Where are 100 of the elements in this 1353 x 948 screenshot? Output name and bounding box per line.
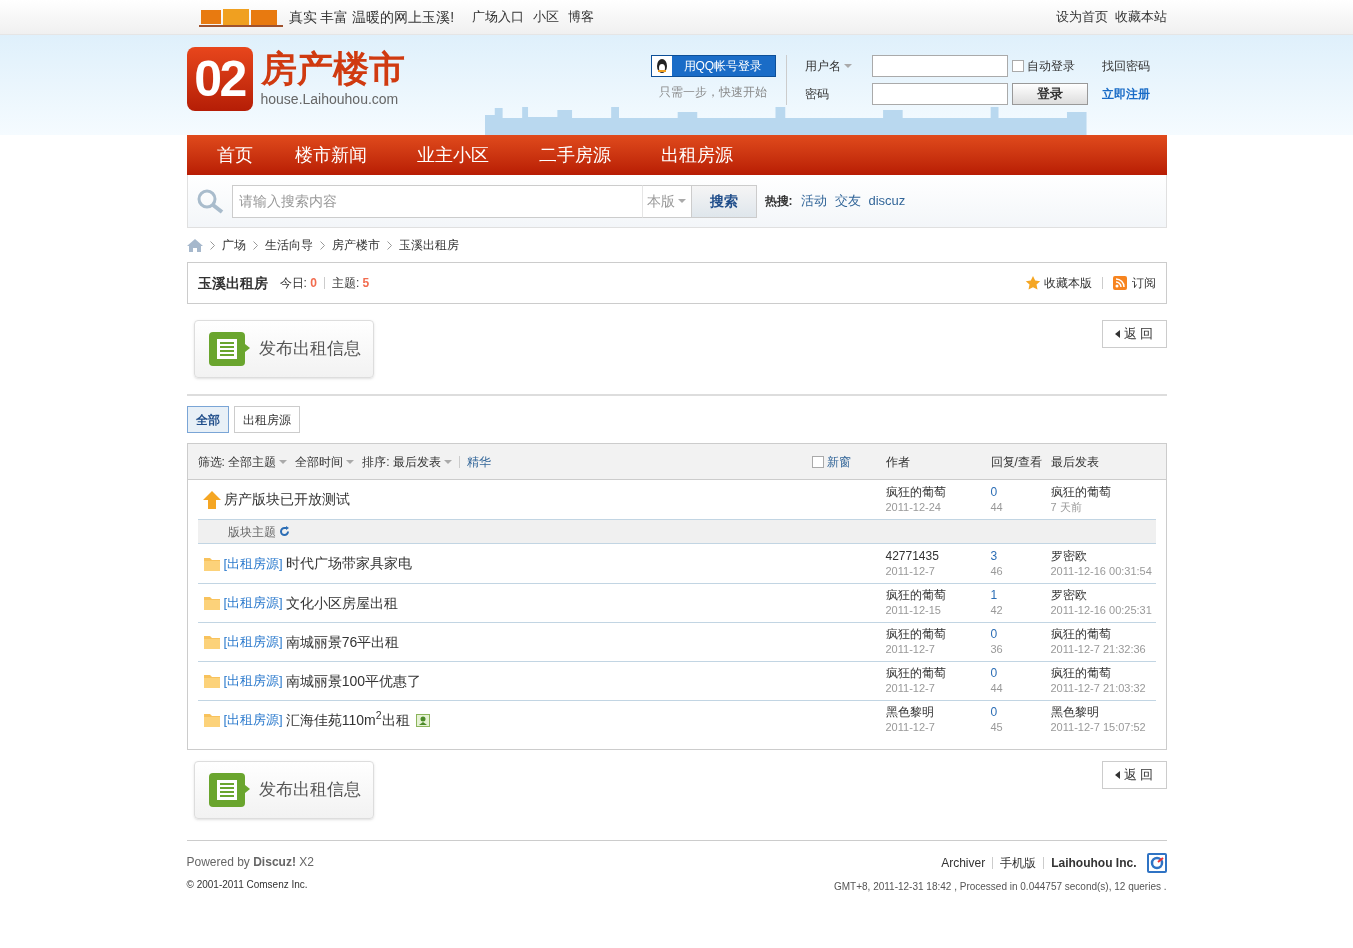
tab[interactable]: 出租房源 (233, 406, 300, 433)
author-name[interactable]: 疯狂的葡萄 (885, 666, 991, 681)
checkbox[interactable] (1011, 60, 1024, 72)
hot-search-label: 热搜: (764, 193, 793, 210)
site-badge-icon[interactable] (1146, 853, 1167, 873)
nav-item[interactable]: 楼市新闻 (276, 141, 385, 169)
column-header: 最后发表 (1050, 453, 1100, 471)
top-link[interactable]: 广场入口 (472, 7, 525, 27)
top-link[interactable]: 博客 (568, 7, 595, 27)
thread-title-link[interactable]: 房产版块已开放测试 (223, 489, 350, 510)
username-field[interactable] (871, 55, 1008, 77)
author-name[interactable]: 疯狂的葡萄 (885, 588, 991, 603)
chevron-icon (386, 240, 392, 250)
thread-title-link[interactable]: 时代广场带家具家电 (285, 553, 412, 574)
hot-search-link[interactable]: 交友 (834, 191, 861, 211)
top-link[interactable]: 收藏本站 (1114, 7, 1167, 27)
author-name[interactable]: 黑色黎明 (885, 705, 991, 720)
last-poster[interactable]: 罗密欧 (1050, 588, 1156, 603)
reply-count[interactable]: 0 (990, 705, 1051, 720)
folder-icon (202, 634, 221, 650)
thread-type-link[interactable]: [出租房源] (223, 671, 283, 691)
footer-link[interactable]: Archiver (941, 854, 986, 872)
register-link[interactable]: 立即注册 (1101, 85, 1167, 103)
last-poster[interactable]: 疯狂的葡萄 (1050, 484, 1156, 500)
filter-dropdown[interactable]: 筛选: 全部主题 (197, 452, 288, 471)
topic-count: 主题: 5 (331, 275, 370, 292)
author-name[interactable]: 疯狂的葡萄 (885, 484, 991, 500)
company-name: Laihouhou Inc. (1051, 855, 1137, 872)
view-count: 46 (990, 563, 1004, 579)
login-button[interactable]: 登录 (1011, 83, 1088, 105)
search-field[interactable]: 请输入搜索内容 (231, 184, 642, 218)
sort-dropdown[interactable]: 排序: 最后发表 (362, 452, 452, 471)
breadcrumb-link[interactable]: 广场 (221, 236, 246, 254)
top-link[interactable]: 设为首页 (1055, 7, 1108, 27)
author-name[interactable]: 42771435 (885, 548, 991, 564)
footer-link[interactable]: 手机版 (1000, 854, 1037, 872)
post-button[interactable]: 发布出租信息 (193, 761, 374, 819)
favorite-link[interactable]: 收藏本版 (1024, 274, 1092, 292)
hot-search-link[interactable]: discuz (868, 191, 906, 211)
thread-title-link[interactable]: 南城丽景76平出租 (285, 631, 400, 653)
top-link[interactable]: 小区 (533, 7, 560, 27)
breadcrumb-link[interactable]: 房产楼市 (331, 236, 380, 254)
folder-icon (202, 712, 221, 728)
post-date: 2011-12-7 (885, 563, 936, 579)
qq-login-button[interactable]: 用QQ帐号登录 (650, 55, 776, 77)
subscribe-link[interactable]: 订阅 (1112, 274, 1156, 292)
folder-icon (202, 555, 221, 572)
caret-icon (346, 459, 355, 464)
caret-icon (678, 199, 686, 203)
site-logo[interactable] (198, 6, 283, 28)
search-button[interactable]: 搜索 (690, 184, 757, 218)
thread-title-link[interactable]: 南城丽景100平优惠了 (285, 670, 422, 692)
author-name[interactable]: 疯狂的葡萄 (885, 627, 991, 642)
column-header: 回复/查看 (990, 453, 1043, 471)
thread-type-link[interactable]: [出租房源] (223, 593, 283, 613)
server-stats: GMT+8, 2011-12-31 18:42 , Processed in 0.044757 second(s), 12 queries . (834, 880, 1167, 894)
caret-icon (279, 459, 288, 464)
last-poster[interactable]: 罗密欧 (1050, 548, 1156, 564)
nav-item[interactable]: 首页 (198, 141, 271, 169)
back-button[interactable]: 返 回 (1101, 761, 1167, 789)
logo-badge: 02 (186, 47, 253, 111)
thread-type-link[interactable]: [出租房源] (223, 710, 283, 730)
nav-item[interactable]: 业主小区 (398, 141, 507, 169)
separator-label: 版块主题 (227, 523, 276, 541)
hot-search-link[interactable]: 活动 (800, 191, 827, 211)
reply-count[interactable]: 0 (990, 484, 1051, 500)
last-poster[interactable]: 疯狂的葡萄 (1050, 666, 1156, 681)
nav-item[interactable]: 二手房源 (520, 141, 629, 169)
time-dropdown[interactable]: 全部时间 (295, 452, 355, 471)
password-field[interactable] (871, 83, 1008, 105)
reply-count[interactable]: 3 (990, 548, 1051, 564)
chevron-icon (319, 240, 325, 250)
thread-title-link[interactable]: 汇海佳苑110m$^{2}$出租 (285, 709, 410, 731)
auto-login-label: 自动登录 (1026, 58, 1075, 75)
document-icon (206, 770, 251, 810)
thread-type-link[interactable]: [出租房源] (223, 632, 283, 652)
search-icon (195, 188, 226, 214)
thread-title-link[interactable]: 文化小区房屋出租 (285, 592, 398, 614)
folder-icon (202, 673, 221, 689)
reply-count[interactable]: 0 (990, 666, 1051, 681)
last-poster[interactable]: 黑色黎明 (1050, 705, 1156, 720)
reply-count[interactable]: 1 (990, 588, 1051, 603)
thread-type-link[interactable]: [出租房源] (223, 553, 283, 574)
refresh-icon[interactable] (278, 526, 290, 537)
post-button[interactable]: 发布出租信息 (193, 320, 374, 378)
home-icon[interactable] (186, 238, 203, 252)
last-poster[interactable]: 疯狂的葡萄 (1050, 627, 1156, 642)
tab[interactable]: 全部 (186, 406, 229, 433)
reply-count[interactable]: 0 (990, 627, 1051, 642)
breadcrumb-link[interactable]: 玉溪出租房 (398, 236, 459, 254)
forgot-password-link[interactable]: 找回密码 (1101, 57, 1167, 75)
digest-link[interactable]: 精华 (466, 452, 491, 471)
last-post-time: 2011-12-7 21:03:32 (1050, 681, 1147, 696)
view-count: 44 (990, 499, 1004, 515)
breadcrumb-link[interactable]: 生活向导 (264, 236, 313, 254)
back-button[interactable]: 返 回 (1101, 320, 1167, 348)
nav-item[interactable]: 出租房源 (642, 141, 751, 169)
rss-icon (1112, 276, 1127, 290)
checkbox[interactable] (811, 455, 824, 468)
last-post-time: 2011-12-7 15:07:52 (1050, 720, 1147, 735)
